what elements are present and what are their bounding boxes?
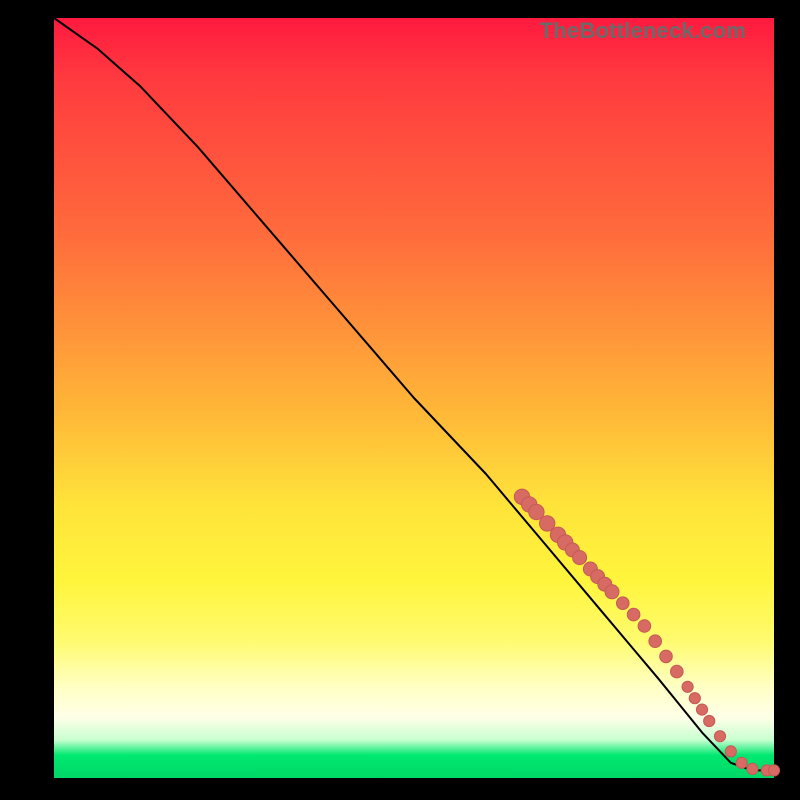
data-point bbox=[714, 731, 725, 742]
data-point bbox=[725, 746, 736, 757]
data-point bbox=[573, 551, 587, 565]
data-point bbox=[689, 693, 700, 704]
data-point bbox=[747, 763, 758, 774]
data-point bbox=[660, 650, 673, 663]
data-point bbox=[704, 715, 715, 726]
data-point bbox=[627, 608, 640, 621]
chart-svg bbox=[54, 18, 774, 778]
data-point bbox=[768, 765, 779, 776]
data-point bbox=[617, 597, 630, 610]
plot-area: TheBottleneck.com bbox=[54, 18, 774, 778]
data-point bbox=[696, 704, 707, 715]
data-point bbox=[638, 620, 651, 633]
data-point bbox=[736, 757, 747, 768]
data-point bbox=[671, 665, 684, 678]
data-points bbox=[514, 489, 779, 776]
data-point bbox=[605, 585, 619, 599]
data-point bbox=[682, 681, 693, 692]
data-point bbox=[649, 635, 662, 648]
chart-container: TheBottleneck.com bbox=[0, 0, 800, 800]
